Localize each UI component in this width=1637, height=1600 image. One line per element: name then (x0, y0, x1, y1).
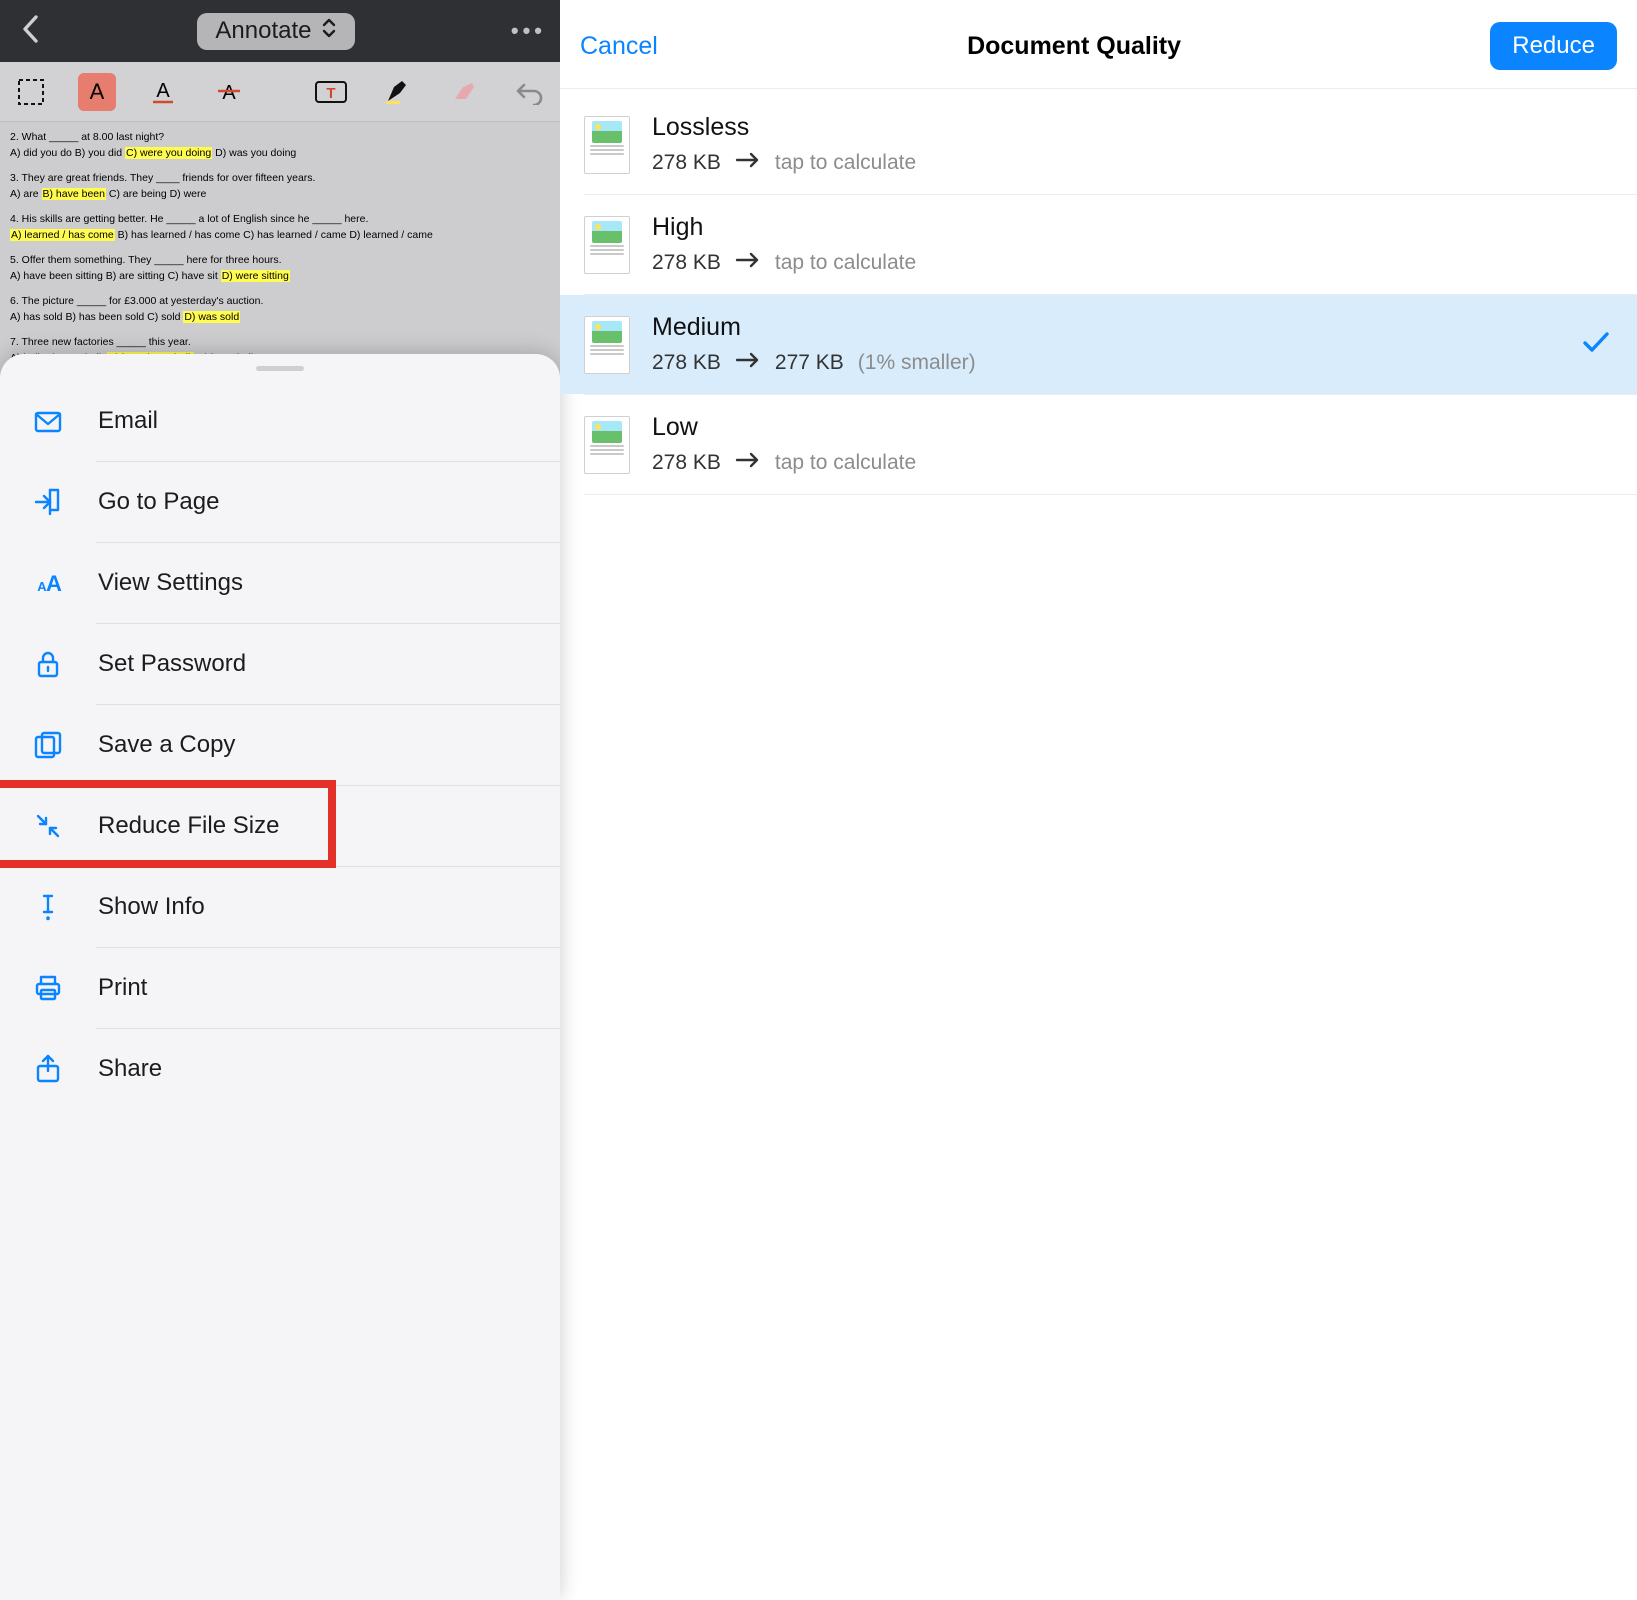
quality-item-lossless[interactable]: Lossless 278 KB tap to calculate (560, 95, 1637, 194)
menu-item-reduce-file-size[interactable]: Reduce File Size (0, 786, 560, 866)
quality-thumb-icon (584, 116, 630, 174)
quality-title: Document Quality (967, 32, 1181, 61)
show-info-icon (30, 889, 66, 925)
menu-item-label: Share (98, 1055, 162, 1083)
svg-text:A: A (46, 571, 62, 596)
mode-selector[interactable]: Annotate (197, 13, 355, 50)
select-tool-icon[interactable] (12, 73, 50, 111)
pen-tool-icon[interactable] (378, 73, 416, 111)
menu-item-label: Print (98, 974, 147, 1002)
menu-item-save-copy[interactable]: Save a Copy (0, 705, 560, 785)
svg-text:A: A (222, 82, 236, 104)
undo-tool-icon[interactable] (510, 73, 548, 111)
arrow-right-icon (735, 350, 761, 376)
tool-row: A A A T (0, 62, 560, 122)
quality-size: 278 KB (652, 451, 721, 475)
quality-size: 278 KB (652, 251, 721, 275)
left-panel: Annotate ••• A A A (0, 0, 560, 1600)
textbox-tool-icon[interactable]: T (312, 73, 350, 111)
check-icon (1581, 329, 1611, 360)
arrow-right-icon (735, 250, 761, 276)
quality-name: High (652, 213, 916, 242)
menu-item-label: Set Password (98, 650, 246, 678)
action-sheet: Email Go to Page AA View Settings Set Passwo… (0, 354, 560, 1600)
arrow-right-icon (735, 150, 761, 176)
menu-item-label: Go to Page (98, 488, 219, 516)
menu-item-goto-page[interactable]: Go to Page (0, 462, 560, 542)
save-copy-icon (30, 727, 66, 763)
back-icon[interactable] (20, 14, 42, 49)
top-bar: Annotate ••• (0, 0, 560, 62)
menu-item-share[interactable]: Share (0, 1029, 560, 1109)
quality-name: Lossless (652, 113, 916, 142)
svg-text:A: A (90, 79, 105, 104)
goto-page-icon (30, 484, 66, 520)
strike-a-tool-icon[interactable]: A (210, 73, 248, 111)
svg-text:A: A (156, 80, 170, 102)
print-icon (30, 970, 66, 1006)
menu-item-email[interactable]: Email (0, 381, 560, 461)
set-password-icon (30, 646, 66, 682)
quality-thumb-icon (584, 216, 630, 274)
quality-item-high[interactable]: High 278 KB tap to calculate (560, 195, 1637, 294)
sheet-grabber[interactable] (256, 366, 304, 371)
quality-size: 278 KB (652, 351, 721, 375)
quality-item-medium[interactable]: Medium 278 KB 277 KB (1% smaller) (560, 295, 1637, 394)
email-icon (30, 403, 66, 439)
quality-tap: tap to calculate (775, 251, 916, 275)
quality-tap: tap to calculate (775, 451, 916, 475)
quality-smaller: (1% smaller) (858, 351, 976, 375)
quality-after-size: 277 KB (775, 351, 844, 375)
menu-item-label: Show Info (98, 893, 205, 921)
quality-name: Low (652, 413, 916, 442)
quality-item-low[interactable]: Low 278 KB tap to calculate (560, 395, 1637, 494)
menu-item-print[interactable]: Print (0, 948, 560, 1028)
mode-label: Annotate (215, 17, 311, 45)
svg-text:T: T (326, 85, 335, 102)
underline-a-tool-icon[interactable]: A (144, 73, 182, 111)
menu-item-label: View Settings (98, 569, 243, 597)
more-icon[interactable]: ••• (511, 18, 546, 44)
eraser-tool-icon[interactable] (444, 73, 482, 111)
menu-item-label: Save a Copy (98, 731, 235, 759)
quality-header: Cancel Document Quality Reduce (560, 0, 1637, 89)
menu-item-label: Email (98, 407, 158, 435)
arrow-right-icon (735, 450, 761, 476)
quality-thumb-icon (584, 316, 630, 374)
quality-thumb-icon (584, 416, 630, 474)
right-panel: Cancel Document Quality Reduce Lossless 2… (560, 0, 1637, 1600)
quality-name: Medium (652, 313, 976, 342)
reduce-button[interactable]: Reduce (1490, 22, 1617, 70)
quality-tap: tap to calculate (775, 151, 916, 175)
menu-item-set-password[interactable]: Set Password (0, 624, 560, 704)
menu-item-label: Reduce File Size (98, 812, 279, 840)
text-a-tool-icon[interactable]: A (78, 73, 116, 111)
view-settings-icon: AA (30, 565, 66, 601)
cancel-button[interactable]: Cancel (580, 32, 658, 61)
menu-item-show-info[interactable]: Show Info (0, 867, 560, 947)
reduce-file-size-icon (30, 808, 66, 844)
menu-item-view-settings[interactable]: AA View Settings (0, 543, 560, 623)
quality-size: 278 KB (652, 151, 721, 175)
share-icon (30, 1051, 66, 1087)
updown-icon (321, 17, 337, 46)
